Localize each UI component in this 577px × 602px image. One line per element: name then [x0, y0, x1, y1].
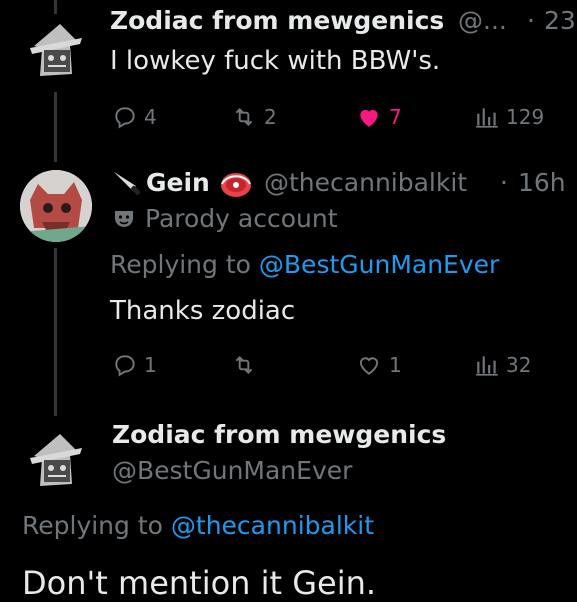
timestamp[interactable]: 23 — [544, 6, 576, 35]
like-button[interactable]: 7 — [355, 104, 402, 130]
reply-count: 4 — [144, 105, 157, 129]
retweet-button[interactable] — [230, 352, 264, 378]
views-icon — [476, 108, 498, 128]
author-name[interactable]: Zodiac from mewgenics — [110, 6, 444, 35]
tweet-text: I lowkey fuck with BBW's. — [110, 46, 441, 76]
dot-separator: · — [500, 168, 508, 197]
like-count: 1 — [389, 353, 402, 377]
author-handle[interactable]: @BestGunManEver — [112, 456, 352, 485]
reply-button[interactable]: 4 — [112, 104, 157, 130]
thread-line-lower — [54, 248, 57, 416]
views-count: 32 — [506, 353, 532, 377]
avatar-gein[interactable] — [20, 170, 92, 242]
tweet-text: Thanks zodiac — [110, 296, 296, 326]
retweet-count: 2 — [264, 105, 277, 129]
reply-icon — [115, 355, 135, 377]
like-button[interactable]: 1 — [355, 352, 402, 378]
views-count: 129 — [506, 105, 545, 129]
meat-emoji-icon — [218, 168, 254, 200]
author-name[interactable]: Zodiac from mewgenics — [112, 420, 446, 449]
retweet-icon — [235, 356, 253, 374]
views-button[interactable]: 32 — [474, 352, 531, 378]
timestamp[interactable]: 16h — [518, 168, 566, 197]
retweet-icon — [235, 108, 253, 126]
avatar-zodiac-bottom[interactable] — [20, 424, 92, 496]
replying-to: Replying to @thecannibalkit — [22, 511, 374, 540]
replying-prefix: Replying to — [22, 511, 163, 540]
reply-count: 1 — [144, 353, 157, 377]
views-icon — [476, 356, 498, 376]
author-handle[interactable]: @thecannibalkit — [264, 168, 467, 197]
like-count: 7 — [389, 105, 402, 129]
views-button[interactable]: 129 — [474, 104, 544, 130]
parody-mask-icon — [112, 207, 136, 231]
replying-to: Replying to @BestGunManEver — [110, 250, 499, 279]
replying-handle-link[interactable]: @BestGunManEver — [259, 250, 499, 279]
parody-label: Parody account — [145, 204, 338, 233]
knife-emoji-icon — [110, 168, 144, 202]
like-icon — [359, 357, 379, 375]
author-handle[interactable]: @... — [458, 6, 507, 35]
replying-prefix: Replying to — [110, 250, 251, 279]
avatar-zodiac-top[interactable] — [20, 14, 92, 86]
thread-line-middle — [54, 92, 57, 162]
like-icon — [360, 109, 378, 127]
dot-separator: · — [527, 6, 535, 35]
author-name[interactable]: Gein — [146, 168, 210, 197]
reply-icon — [115, 107, 135, 129]
reply-button[interactable]: 1 — [112, 352, 157, 378]
tweet-text: Don't mention it Gein. — [22, 564, 377, 602]
thread-line-top — [54, 0, 57, 14]
retweet-button[interactable]: 2 — [230, 104, 277, 130]
replying-handle-link[interactable]: @thecannibalkit — [171, 511, 374, 540]
